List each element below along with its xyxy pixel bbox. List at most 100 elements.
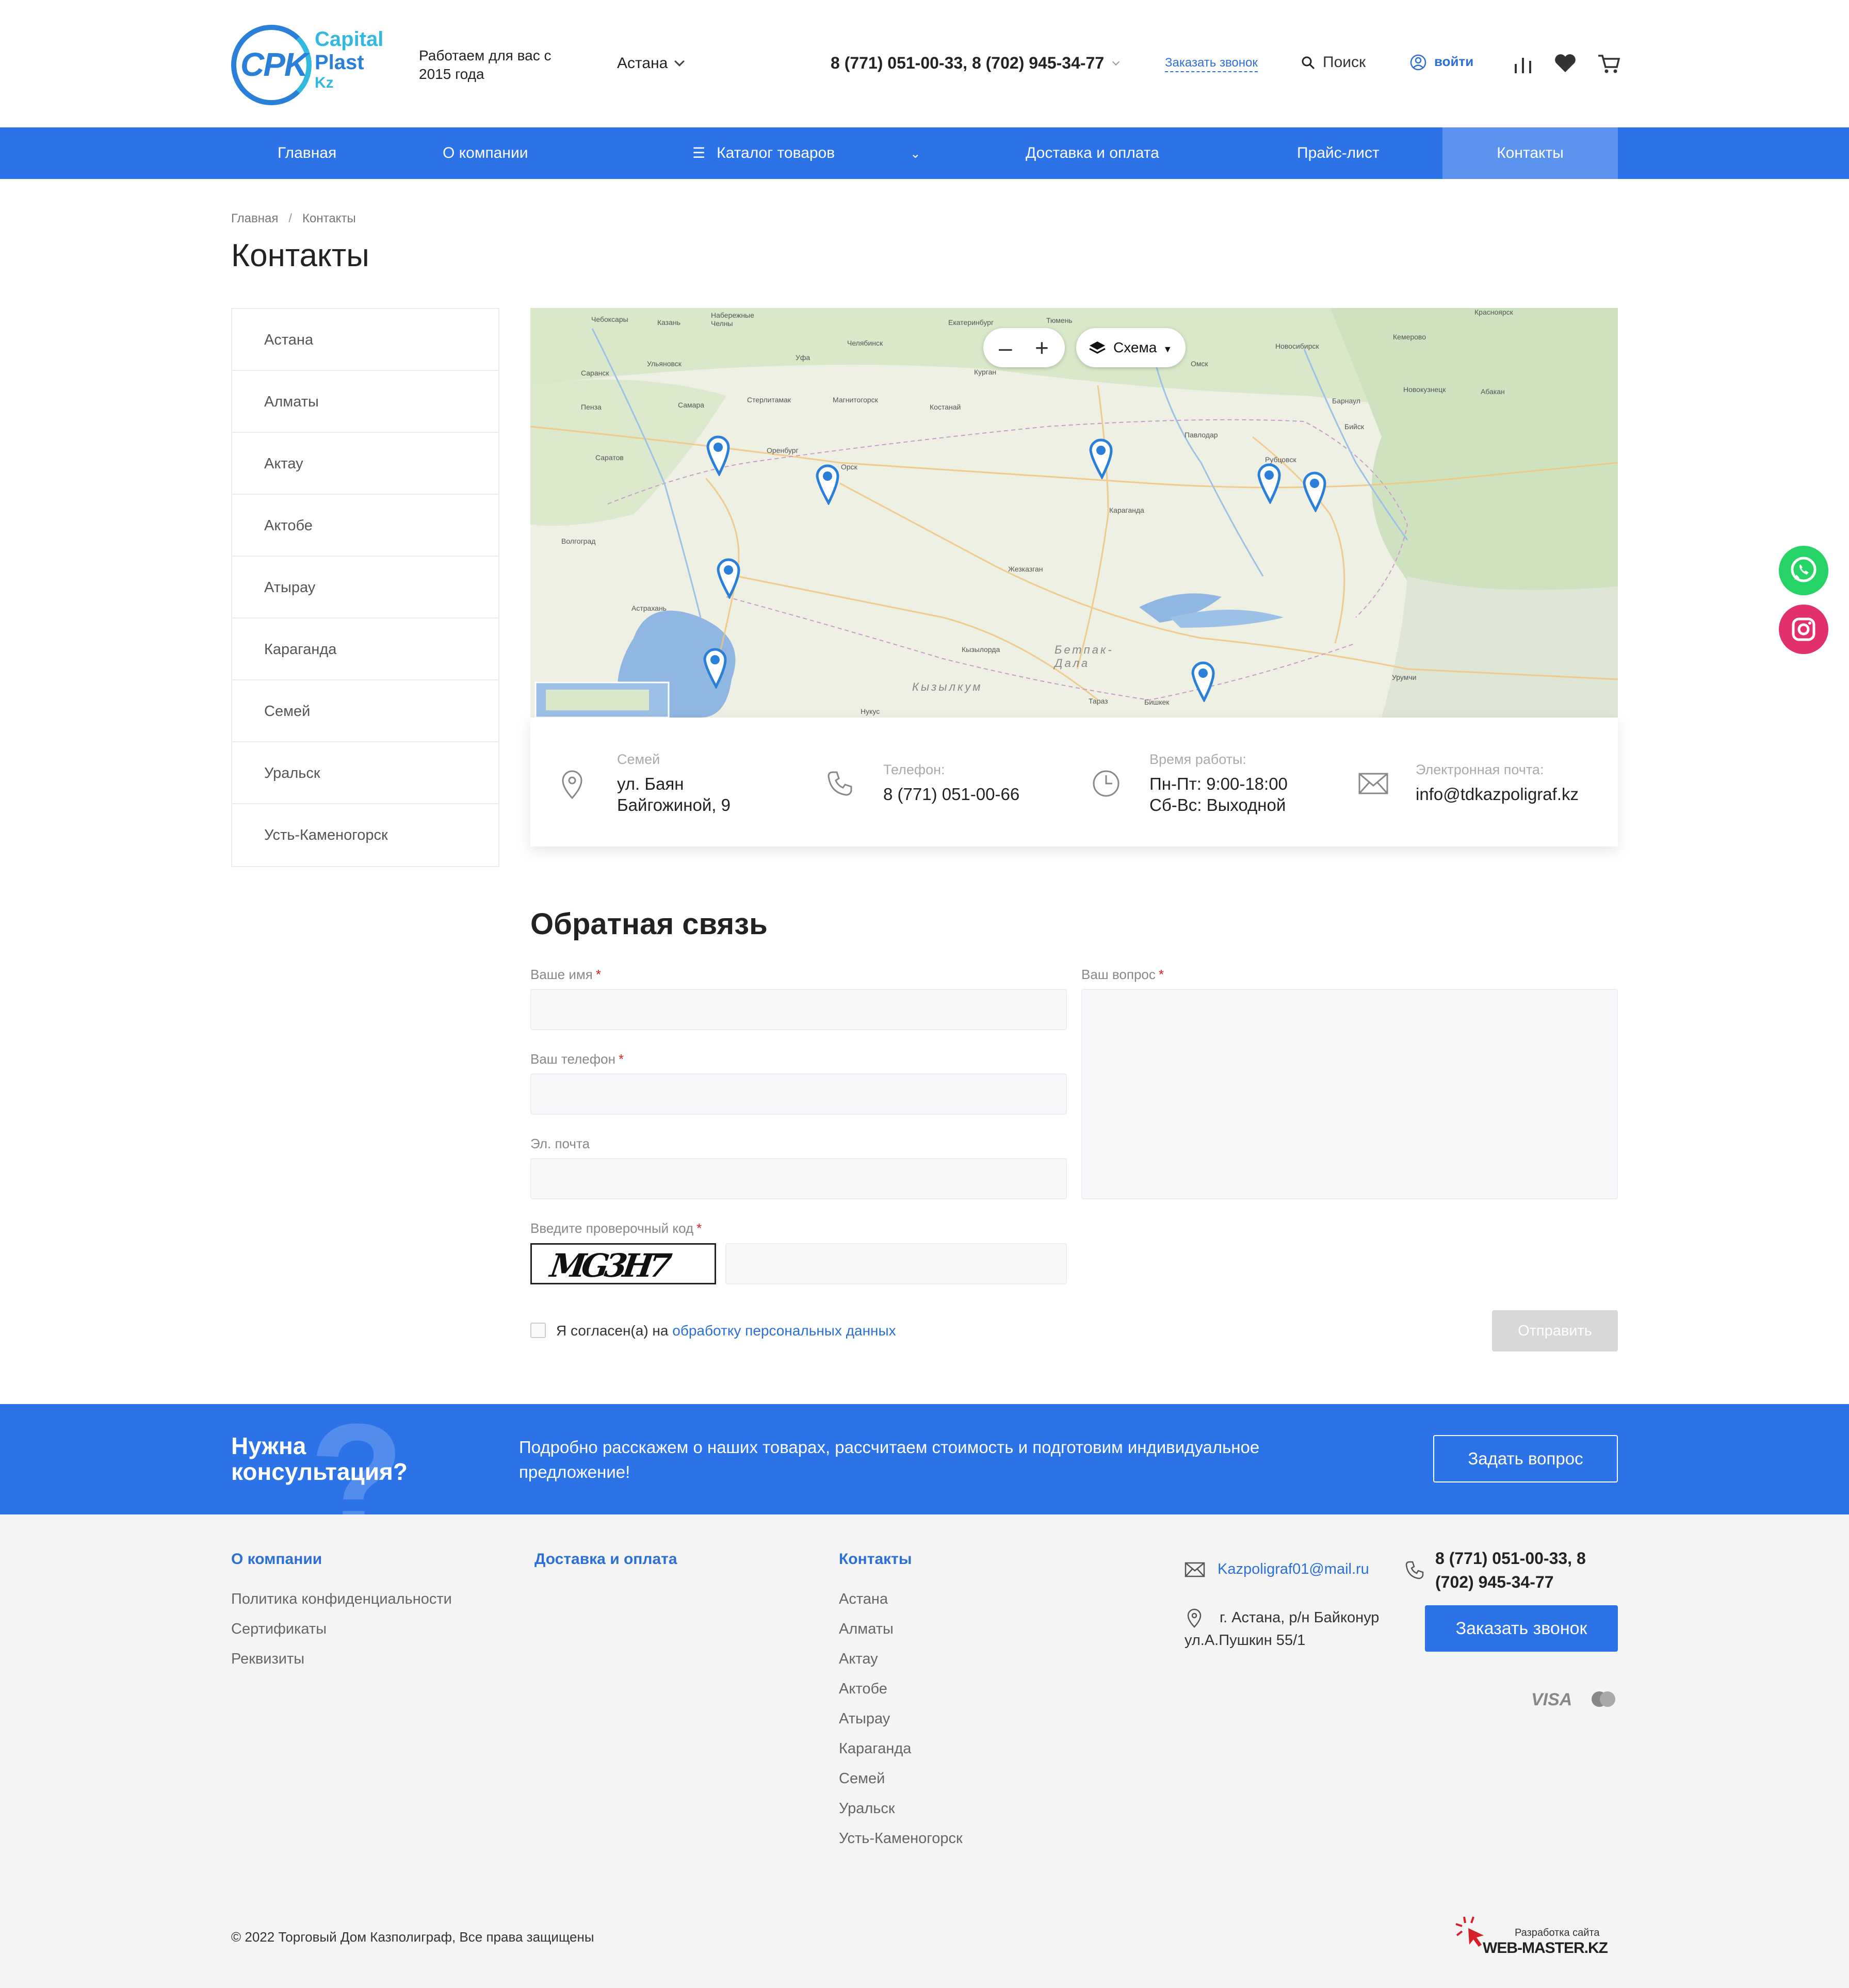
cart-icon[interactable]	[1596, 51, 1621, 75]
search-button[interactable]: Поиск	[1301, 54, 1366, 71]
map-pin-aktau[interactable]	[703, 647, 734, 689]
hours-weekend: Сб-Вс: Выходной	[1149, 795, 1286, 814]
map-zoom-out-button[interactable]: –	[999, 333, 1012, 362]
city-item-aktau[interactable]: Актау	[232, 433, 498, 495]
footer-callback-button[interactable]: Заказать звонок	[1425, 1605, 1618, 1652]
map-label: Оренбург	[767, 446, 799, 454]
map-pin-uralsk[interactable]	[706, 435, 737, 476]
phone-input[interactable]	[530, 1073, 1067, 1115]
submit-button[interactable]: Отправить	[1492, 1310, 1618, 1351]
contacts-map[interactable]: Чебоксары Казань Набережные Челны Екатер…	[530, 308, 1618, 718]
footer-city-link[interactable]: Караганда	[839, 1740, 963, 1770]
map-pin-almaty[interactable]	[1191, 661, 1222, 702]
email-value[interactable]: info@tdkazpoligraf.kz	[1416, 784, 1579, 805]
required-mark: *	[595, 967, 601, 982]
footer-delivery-title[interactable]: Доставка и оплата	[534, 1551, 677, 1568]
breadcrumb-home[interactable]: Главная	[231, 211, 278, 225]
phone-label: Телефон:	[883, 762, 945, 777]
header-phones-text: 8 (771) 051-00-33, 8 (702) 945-34-77	[831, 54, 1105, 72]
nav-catalog-label: Каталог товаров	[717, 144, 835, 161]
map-zoom-in-button[interactable]: +	[1035, 333, 1049, 362]
city-item-atyrau[interactable]: Атырау	[232, 557, 498, 618]
logo-line-1: Capital	[315, 28, 384, 51]
location-pin-icon	[562, 770, 582, 800]
login-button[interactable]: войти	[1409, 54, 1473, 71]
map-label: Нукус	[861, 707, 880, 715]
consultation-banner: ? Нужна консультация? Подробно расскажем…	[0, 1404, 1849, 1514]
name-input[interactable]	[530, 989, 1067, 1030]
ask-question-button[interactable]: Задать вопрос	[1433, 1435, 1618, 1482]
heart-icon[interactable]	[1553, 51, 1578, 75]
map-pin-semey[interactable]	[1257, 463, 1288, 504]
developer-credit[interactable]: Разработка сайта WEB-MASTER.KZ	[1453, 1913, 1618, 1964]
footer-email: Kazpoligraf01@mail.ru	[1185, 1561, 1369, 1578]
instagram-button[interactable]	[1779, 605, 1828, 654]
whatsapp-button[interactable]	[1779, 546, 1828, 595]
address-line-1: ул. Баян	[617, 774, 684, 793]
map-pin-astana[interactable]	[1089, 438, 1120, 479]
map-type-selector[interactable]: Схема ▼	[1076, 328, 1186, 367]
compare-icon[interactable]	[1512, 51, 1536, 75]
footer-about-title[interactable]: О компании	[231, 1551, 322, 1568]
envelope-icon	[1358, 773, 1388, 794]
logo-line-3: Kz	[315, 74, 334, 91]
header-phones[interactable]: 8 (771) 051-00-33, 8 (702) 945-34-77	[831, 54, 1120, 73]
city-item-karaganda[interactable]: Караганда	[232, 618, 498, 680]
map-label: Жезказган	[1008, 565, 1043, 573]
map-pin-ust-kamenogorsk[interactable]	[1302, 471, 1333, 512]
city-item-uralsk[interactable]: Уральск	[232, 742, 498, 804]
nav-contacts[interactable]: Контакты	[1442, 127, 1618, 179]
breadcrumb-current: Контакты	[302, 211, 356, 225]
footer-city-link[interactable]: Актау	[839, 1651, 963, 1681]
question-label: Ваш вопрос *	[1081, 967, 1164, 983]
footer-city-link[interactable]: Алматы	[839, 1621, 963, 1651]
footer-city-link[interactable]: Атырау	[839, 1710, 963, 1740]
map-labels: Чебоксары Казань Набережные Челны Екатер…	[530, 308, 1618, 718]
city-selector[interactable]: Астана	[617, 55, 685, 72]
phone-value[interactable]: 8 (771) 051-00-66	[883, 784, 1019, 805]
city-item-semey[interactable]: Семей	[232, 680, 498, 742]
map-label: Бишкек	[1144, 698, 1170, 706]
footer-link-privacy[interactable]: Политика конфиденциальности	[231, 1591, 452, 1621]
consent-text: Я согласен(а) на	[556, 1323, 673, 1339]
captcha-input[interactable]	[725, 1243, 1067, 1284]
map-label: Кызылкум	[912, 680, 983, 693]
nav-delivery[interactable]: Доставка и оплата	[1026, 127, 1159, 179]
callback-link[interactable]: Заказать звонок	[1165, 56, 1258, 72]
logo-line-2: Plast	[315, 51, 364, 74]
email-input[interactable]	[530, 1158, 1067, 1199]
map-label: Самара	[678, 401, 705, 409]
footer-city-link[interactable]: Семей	[839, 1770, 963, 1800]
map-pin-atyrau[interactable]	[716, 558, 747, 599]
footer-city-link[interactable]: Астана	[839, 1591, 963, 1621]
site-logo[interactable]: CPK Capital Plast Kz	[231, 23, 391, 105]
footer-city-link[interactable]: Уральск	[839, 1800, 963, 1830]
city-item-ust-kamenogorsk[interactable]: Усть-Каменогорск	[232, 804, 498, 866]
footer-email-link[interactable]: Kazpoligraf01@mail.ru	[1218, 1561, 1369, 1577]
city-item-astana[interactable]: Астана	[232, 309, 498, 371]
map-label: Уфа	[796, 353, 810, 362]
map-label: Челябинск	[847, 339, 883, 347]
nav-catalog[interactable]: ☰ Каталог товаров ⌄	[692, 127, 920, 179]
city-item-aktobe[interactable]: Актобе	[232, 495, 498, 557]
map-pin-aktobe[interactable]	[815, 464, 846, 505]
map-label: Курган	[974, 368, 997, 376]
nav-about[interactable]: О компании	[443, 127, 528, 179]
footer-phones[interactable]: 8 (771) 051-00-33, 8 (702) 945-34-77	[1435, 1546, 1621, 1594]
consent-checkbox[interactable]	[530, 1322, 546, 1338]
footer-link-certificates[interactable]: Сертификаты	[231, 1621, 452, 1651]
user-icon	[1410, 54, 1426, 71]
question-textarea[interactable]	[1081, 989, 1618, 1199]
nav-home[interactable]: Главная	[278, 127, 336, 179]
footer-city-links: Астана Алматы Актау Актобе Атырау Карага…	[839, 1591, 963, 1860]
chevron-down-icon: ⌄	[910, 147, 921, 161]
footer-contacts-title[interactable]: Контакты	[839, 1551, 912, 1568]
city-item-almaty[interactable]: Алматы	[232, 371, 498, 433]
footer-city-link[interactable]: Усть-Каменогорск	[839, 1830, 963, 1860]
map-label: Пенза	[581, 403, 602, 411]
footer-link-requisites[interactable]: Реквизиты	[231, 1651, 452, 1681]
footer-city-link[interactable]: Актобе	[839, 1681, 963, 1710]
consent-link[interactable]: обработку персональных данных	[672, 1323, 896, 1339]
nav-pricelist[interactable]: Прайс-лист	[1297, 127, 1380, 179]
logo-text: Capital Plast Kz	[315, 28, 383, 92]
